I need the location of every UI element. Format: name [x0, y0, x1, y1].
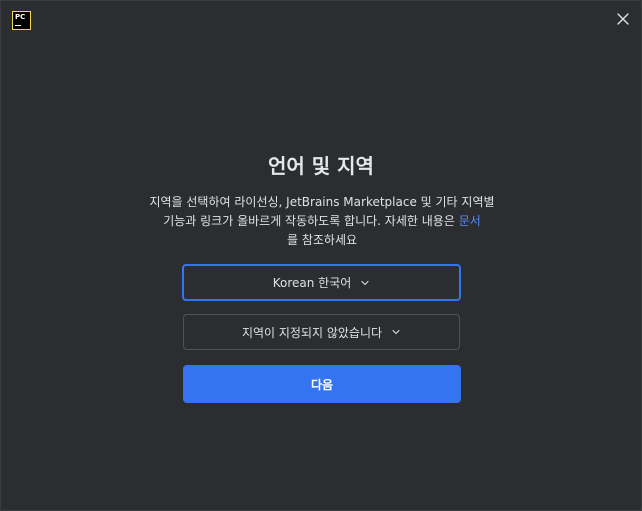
- next-button[interactable]: 다음: [183, 365, 461, 403]
- close-button[interactable]: [613, 9, 633, 29]
- welcome-window: PC 언어 및 지역 지역을 선택하여 라이선싱, JetBrains Mark…: [0, 0, 642, 511]
- region-select[interactable]: 지역이 지정되지 않았습니다: [183, 314, 460, 350]
- language-select-value: Korean 한국어: [272, 276, 352, 290]
- pycharm-logo-icon: PC: [13, 12, 30, 29]
- dialog-description: 지역을 선택하여 라이선싱, JetBrains Marketplace 및 기…: [142, 193, 502, 250]
- close-icon: [617, 13, 629, 25]
- language-select[interactable]: Korean 한국어: [182, 264, 461, 301]
- logo-text: PC: [15, 13, 26, 21]
- region-select-value: 지역이 지정되지 않았습니다: [241, 325, 383, 340]
- chevron-down-icon: [392, 329, 400, 335]
- dialog-title: 언어 및 지역: [268, 154, 374, 178]
- description-line-1: 지역을 선택하여 라이선싱, JetBrains Marketplace 및 기…: [149, 195, 495, 209]
- description-line-2: 기능과 링크가 올바르게 작동하도록 합니다. 자세한 내용은: [163, 214, 459, 228]
- chevron-down-icon: [361, 280, 369, 285]
- documentation-link[interactable]: 문서: [459, 214, 481, 228]
- description-line-3: 를 참조하세요: [286, 233, 358, 247]
